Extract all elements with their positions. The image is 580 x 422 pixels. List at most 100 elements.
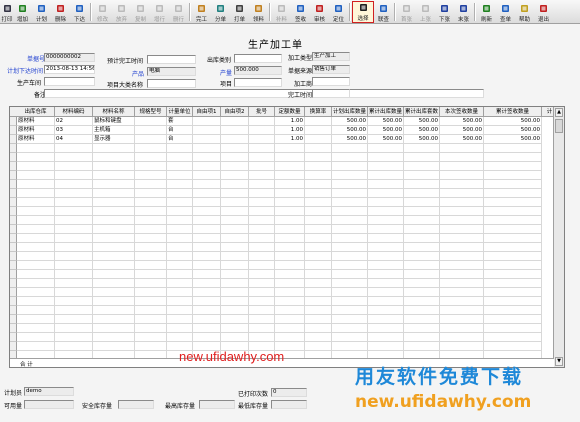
table-cell[interactable] [193, 333, 221, 342]
table-cell[interactable] [249, 315, 275, 324]
table-cell[interactable] [135, 162, 167, 171]
row-header[interactable] [10, 180, 17, 189]
table-cell[interactable] [55, 252, 93, 261]
table-cell[interactable] [305, 216, 332, 225]
table-cell[interactable] [484, 198, 542, 207]
table-cell[interactable] [440, 297, 484, 306]
qty-field[interactable]: 500.000 [234, 66, 282, 75]
table-cell[interactable] [17, 234, 55, 243]
table-cell[interactable] [305, 234, 332, 243]
row-header[interactable] [10, 171, 17, 180]
toolbar-button-search-doc[interactable]: 查单 [496, 1, 515, 23]
table-cell[interactable] [167, 243, 193, 252]
table-cell[interactable] [404, 153, 440, 162]
table-cell[interactable] [332, 171, 368, 180]
table-row[interactable] [17, 342, 554, 351]
table-cell[interactable] [167, 216, 193, 225]
table-cell[interactable] [275, 261, 305, 270]
table-cell[interactable] [249, 261, 275, 270]
table-cell[interactable] [221, 279, 249, 288]
table-cell[interactable] [167, 297, 193, 306]
table-cell[interactable] [17, 162, 55, 171]
table-cell[interactable] [404, 207, 440, 216]
table-cell[interactable] [249, 180, 275, 189]
table-cell[interactable] [135, 279, 167, 288]
table-cell[interactable] [305, 153, 332, 162]
table-cell[interactable] [135, 324, 167, 333]
table-row[interactable] [17, 180, 554, 189]
table-cell[interactable] [135, 333, 167, 342]
finish-time-field[interactable] [312, 89, 350, 98]
table-cell[interactable] [404, 279, 440, 288]
table-cell[interactable] [404, 171, 440, 180]
toolbar-button-delete[interactable]: 删除 [51, 1, 70, 23]
table-cell[interactable] [275, 324, 305, 333]
table-cell[interactable] [221, 144, 249, 153]
table-cell[interactable] [484, 315, 542, 324]
safety-field[interactable] [118, 400, 154, 409]
table-cell[interactable] [93, 324, 135, 333]
table-cell[interactable] [484, 270, 542, 279]
table-cell[interactable]: 显示器 [93, 135, 135, 144]
table-cell[interactable] [275, 315, 305, 324]
table-cell[interactable] [221, 297, 249, 306]
table-cell[interactable] [135, 315, 167, 324]
table-cell[interactable] [249, 171, 275, 180]
table-cell[interactable] [193, 297, 221, 306]
table-cell[interactable] [193, 243, 221, 252]
table-cell[interactable] [484, 324, 542, 333]
toolbar-button-printer[interactable]: 打印 [1, 1, 13, 23]
table-cell[interactable]: 台 [167, 126, 193, 135]
table-cell[interactable] [55, 306, 93, 315]
table-cell[interactable] [167, 288, 193, 297]
table-cell[interactable] [193, 225, 221, 234]
table-cell[interactable]: 台 [167, 135, 193, 144]
table-cell[interactable] [440, 333, 484, 342]
table-cell[interactable] [332, 243, 368, 252]
table-cell[interactable] [275, 153, 305, 162]
table-cell[interactable] [135, 153, 167, 162]
table-cell[interactable] [93, 306, 135, 315]
table-cell[interactable]: 500.00 [404, 126, 440, 135]
table-cell[interactable] [440, 324, 484, 333]
table-cell[interactable] [305, 252, 332, 261]
table-cell[interactable] [167, 270, 193, 279]
toolbar-button-material[interactable]: 领料 [249, 1, 268, 23]
table-cell[interactable] [404, 324, 440, 333]
table-cell[interactable]: 鼠标和键盘 [93, 117, 135, 126]
table-cell[interactable] [305, 243, 332, 252]
table-cell[interactable] [55, 234, 93, 243]
table-cell[interactable] [55, 153, 93, 162]
table-row[interactable]: 原材料 02 鼠标和键盘套 1.00 500.00 500.00 500.00 500.00 5… [17, 117, 554, 126]
table-cell[interactable] [55, 288, 93, 297]
table-cell[interactable] [404, 234, 440, 243]
table-cell[interactable] [221, 243, 249, 252]
table-cell[interactable]: 500.00 [440, 117, 484, 126]
table-cell[interactable] [484, 162, 542, 171]
table-cell[interactable] [305, 198, 332, 207]
table-cell[interactable] [167, 315, 193, 324]
toolbar-button-last[interactable]: 末张 [454, 1, 473, 23]
toolbar-button-audit[interactable]: 审核 [310, 1, 329, 23]
table-cell[interactable]: 500.00 [332, 117, 368, 126]
table-cell[interactable] [275, 171, 305, 180]
table-cell[interactable] [404, 180, 440, 189]
table-cell[interactable] [221, 216, 249, 225]
table-cell[interactable] [93, 342, 135, 351]
table-cell[interactable] [17, 198, 55, 207]
table-cell[interactable] [332, 333, 368, 342]
table-cell[interactable] [305, 261, 332, 270]
table-cell[interactable] [305, 324, 332, 333]
table-cell[interactable]: 1.00 [275, 135, 305, 144]
table-cell[interactable] [193, 117, 221, 126]
table-cell[interactable]: 套 [167, 117, 193, 126]
table-cell[interactable] [249, 324, 275, 333]
table-cell[interactable] [332, 153, 368, 162]
table-cell[interactable] [17, 252, 55, 261]
table-cell[interactable] [249, 225, 275, 234]
table-cell[interactable]: 04 [55, 135, 93, 144]
table-cell[interactable] [221, 135, 249, 144]
table-cell[interactable] [193, 261, 221, 270]
table-cell[interactable] [135, 171, 167, 180]
table-cell[interactable] [332, 144, 368, 153]
